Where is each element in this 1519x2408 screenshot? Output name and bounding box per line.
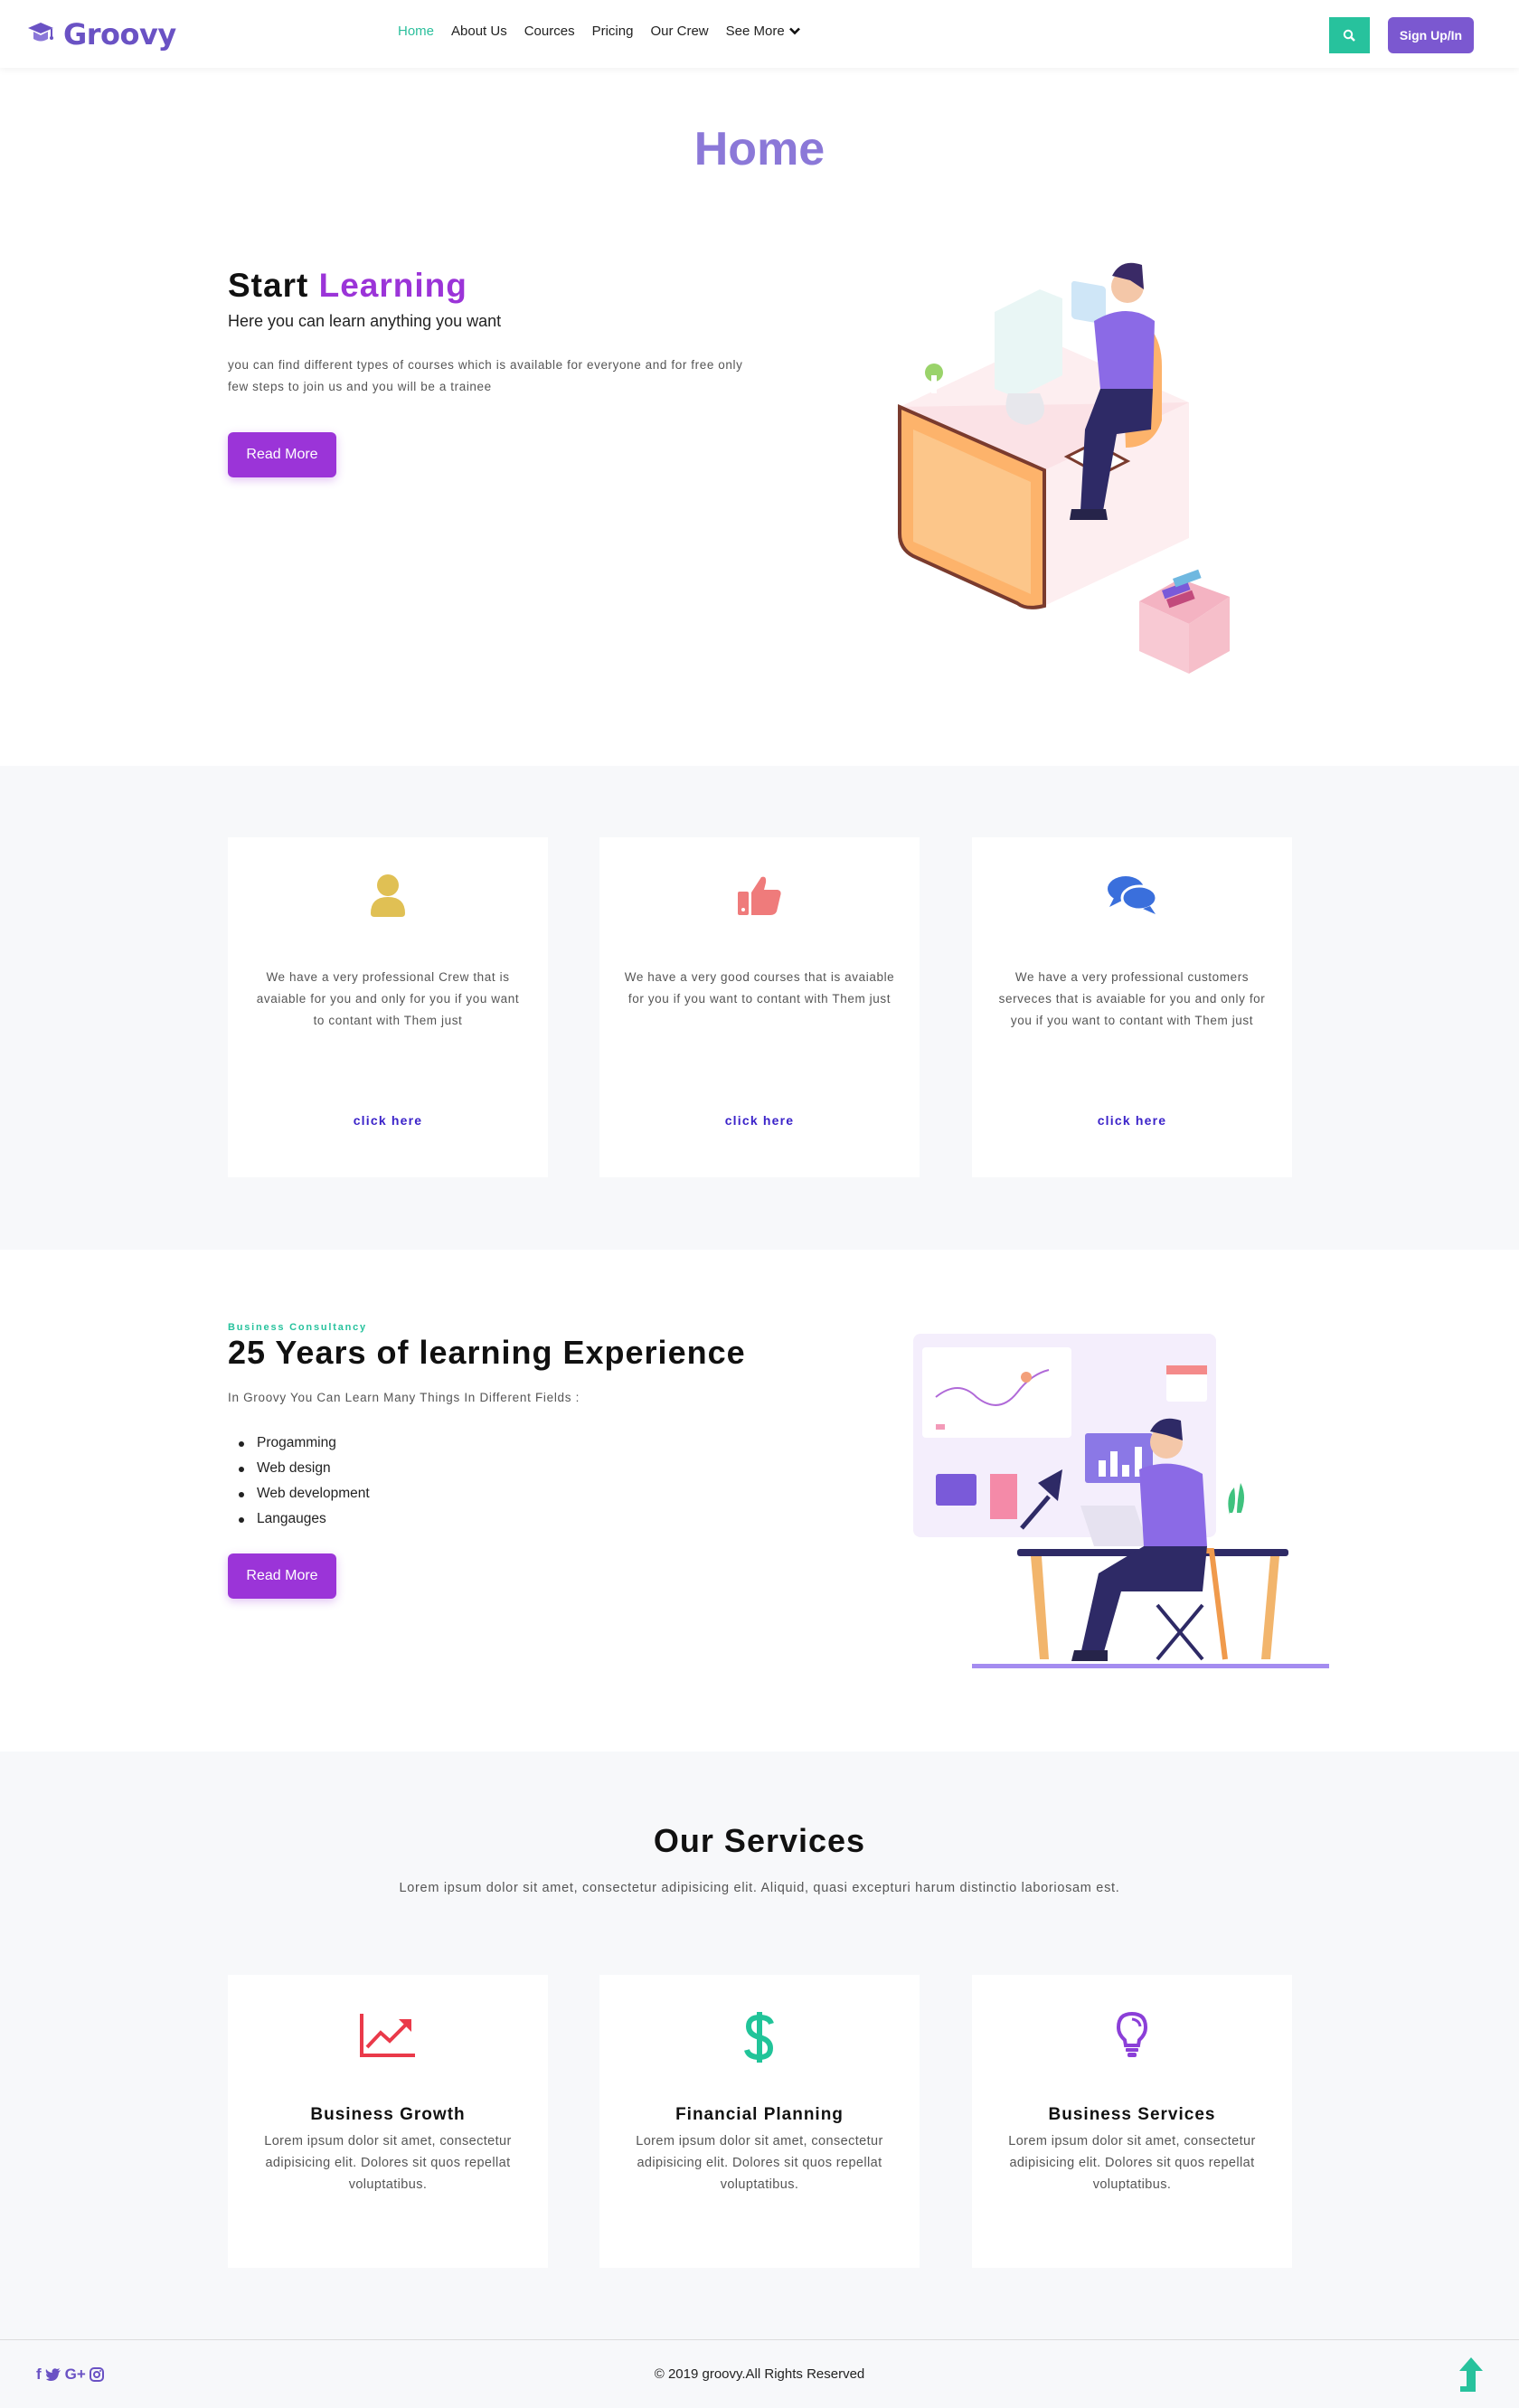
chart-line-icon xyxy=(360,2014,415,2057)
experience-illustration xyxy=(913,1334,1329,1668)
services-title: Our Services xyxy=(653,1822,866,1859)
service-card-services: Business Services Lorem ipsum dolor sit … xyxy=(972,1975,1292,2268)
nav-item-see-more[interactable]: See More xyxy=(726,24,800,39)
chevron-down-icon xyxy=(788,27,800,35)
service-name: Financial Planning xyxy=(675,2105,844,2124)
experience-list: Progamming Web design Web development La… xyxy=(239,1433,370,1535)
experience-kicker: Business Consultancy xyxy=(228,1322,367,1333)
experience-read-more-button[interactable]: Read More xyxy=(228,1553,336,1599)
nav-menu: Home About Us Cources Pricing Our Crew S… xyxy=(398,24,800,39)
list-item: Langauges xyxy=(239,1509,370,1535)
lightbulb-icon xyxy=(1116,2011,1148,2057)
nav-item-our-crew[interactable]: Our Crew xyxy=(650,24,708,39)
list-item: Progamming xyxy=(239,1433,370,1459)
feature-card-crew: We have a very professional Crew that is… xyxy=(228,837,548,1177)
experience-title: 25 Years of learning Experience xyxy=(228,1334,746,1371)
click-here-link[interactable]: click here xyxy=(599,1113,920,1128)
hero-title-prefix: Start xyxy=(228,267,309,304)
nav-item-pricing[interactable]: Pricing xyxy=(592,24,634,39)
hero-title: Start Learning xyxy=(228,267,467,305)
hero-description: you can find different types of courses … xyxy=(228,358,743,393)
service-name: Business Growth xyxy=(310,2105,466,2124)
nav-item-cources[interactable]: Cources xyxy=(524,24,575,39)
page-title: Home xyxy=(693,123,826,175)
signup-button[interactable]: Sign Up/In xyxy=(1388,17,1474,53)
click-here-link[interactable]: click here xyxy=(972,1113,1292,1128)
arrow-up-icon[interactable] xyxy=(1458,2356,1485,2393)
feature-card-support: We have a very professional customers se… xyxy=(972,837,1292,1177)
feature-text: We have a very professional Crew that is… xyxy=(256,970,520,1027)
user-icon xyxy=(371,874,405,917)
service-card-financial: Financial Planning Lorem ipsum dolor sit… xyxy=(599,1975,920,2268)
service-text: Lorem ipsum dolor sit amet, consectetur … xyxy=(636,2134,883,2192)
nav-item-home[interactable]: Home xyxy=(398,24,434,39)
hero-subtitle: Here you can learn anything you want xyxy=(228,312,502,330)
click-here-link[interactable]: click here xyxy=(228,1113,548,1128)
service-card-growth: Business Growth Lorem ipsum dolor sit am… xyxy=(228,1975,548,2268)
service-text: Lorem ipsum dolor sit amet, consectetur … xyxy=(264,2134,512,2192)
copyright: © 2019 groovy.All Rights Reserved xyxy=(654,2366,865,2382)
hero-read-more-button[interactable]: Read More xyxy=(228,432,336,477)
feature-card-courses: We have a very good courses that is avai… xyxy=(599,837,920,1177)
service-text: Lorem ipsum dolor sit amet, consectetur … xyxy=(1008,2134,1256,2192)
search-icon xyxy=(1343,29,1355,42)
brand-name: Groovy xyxy=(63,17,176,52)
comments-icon xyxy=(1108,876,1157,914)
services-subtitle: Lorem ipsum dolor sit amet, consectetur … xyxy=(399,1881,1120,1895)
list-item: Web design xyxy=(239,1459,370,1484)
thumbs-up-icon xyxy=(738,876,781,915)
experience-subtitle: In Groovy You Can Learn Many Things In D… xyxy=(228,1391,580,1404)
logo-icon xyxy=(28,23,53,42)
service-name: Business Services xyxy=(1048,2105,1216,2124)
hero-title-accent: Learning xyxy=(318,267,467,304)
see-more-label: See More xyxy=(725,24,785,39)
list-item: Web development xyxy=(239,1484,370,1509)
search-button[interactable] xyxy=(1329,17,1370,53)
brand[interactable]: Groovy xyxy=(25,16,176,52)
navbar: Groovy Home About Us Cources Pricing Our… xyxy=(0,0,1519,68)
footer: f G+ © 2019 groovy.All Rights Reserved xyxy=(0,2339,1519,2408)
feature-text: We have a very professional customers se… xyxy=(998,970,1266,1027)
hero-illustration xyxy=(898,262,1230,674)
feature-text: We have a very good courses that is avai… xyxy=(624,970,895,1006)
nav-item-about-us[interactable]: About Us xyxy=(451,24,507,39)
dollar-icon xyxy=(744,2012,774,2063)
